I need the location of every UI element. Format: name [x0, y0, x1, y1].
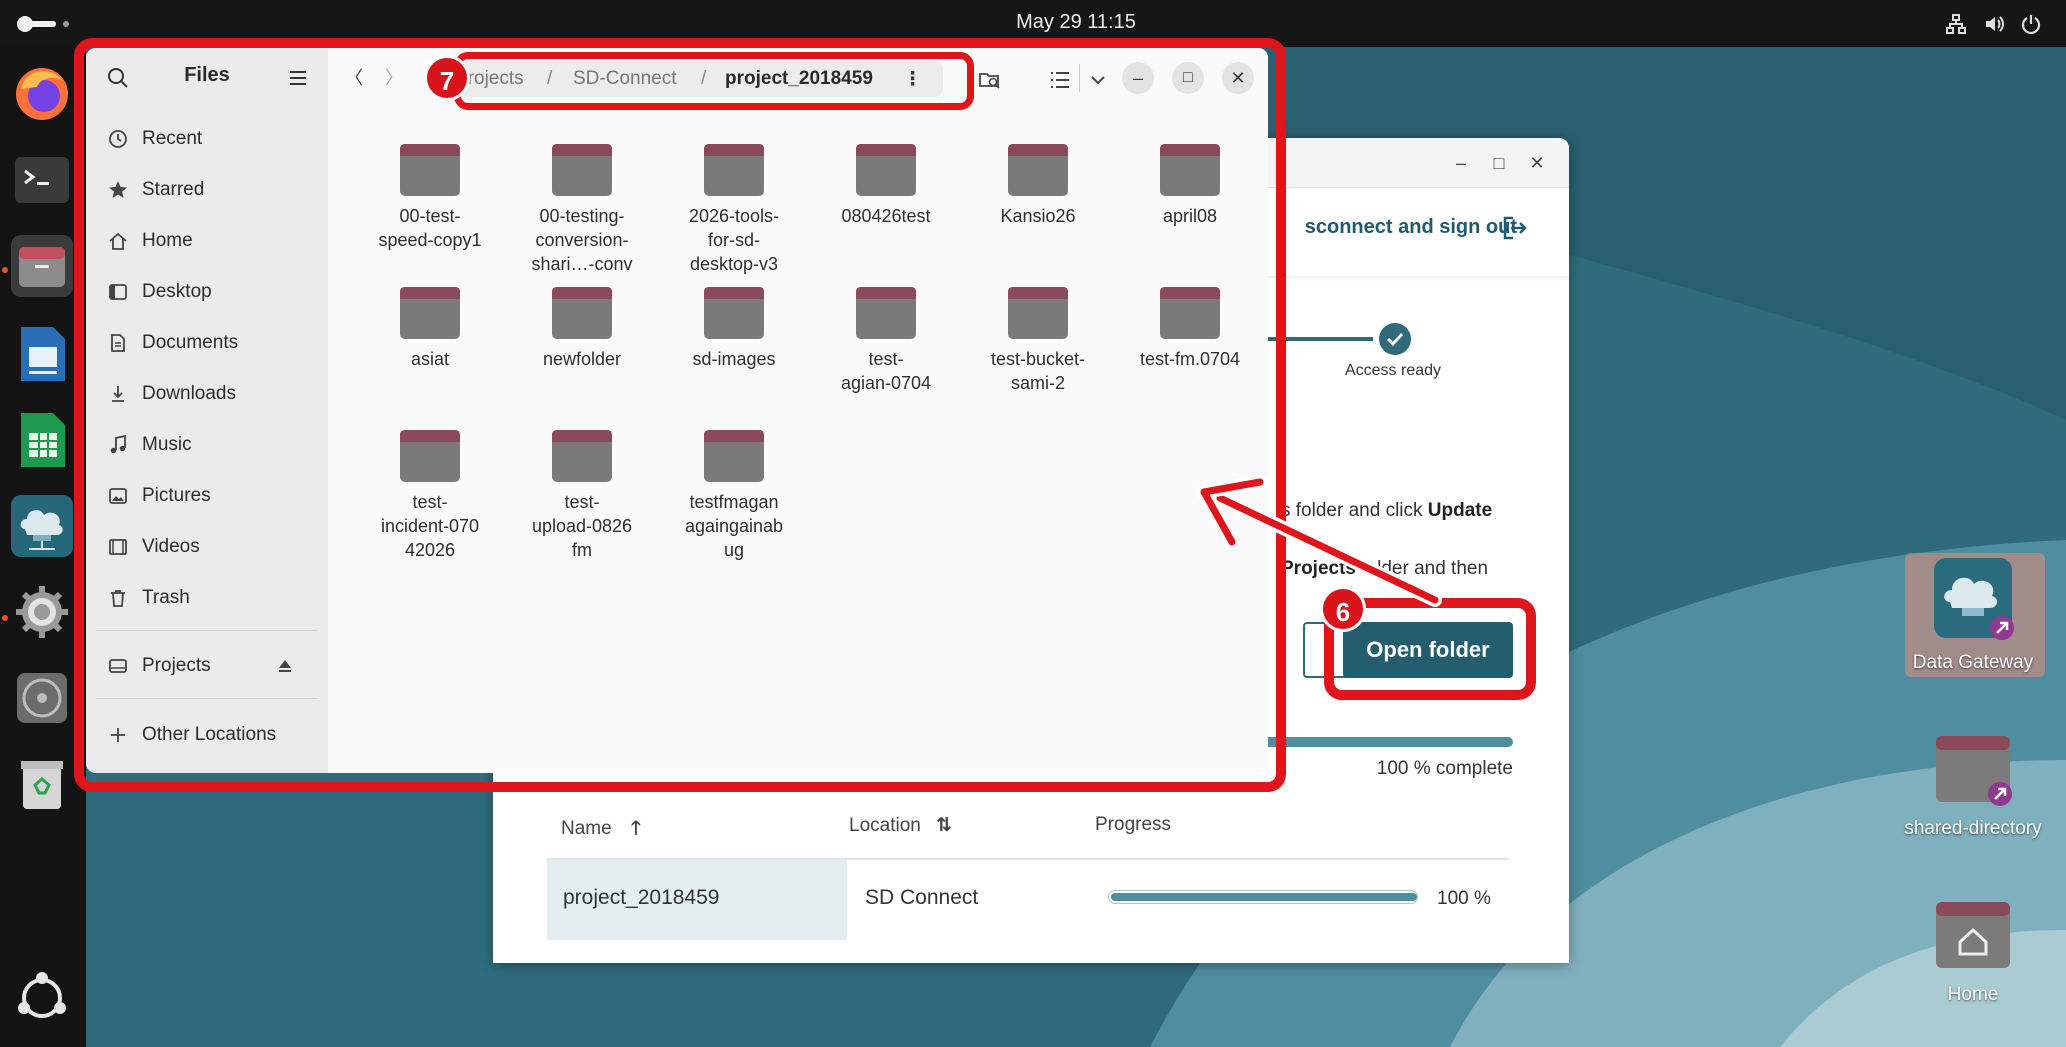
row-name: project_2018459 [563, 886, 720, 909]
desktop-icon-shared-directory[interactable]: shared-directory [1898, 728, 2048, 840]
calc-icon[interactable] [11, 409, 73, 471]
desktop-icon-label: Home [1947, 984, 1999, 1005]
desktop-icon-label: Data Gateway [1912, 652, 2034, 673]
annotation-badge-7: 7 [424, 55, 470, 101]
sort-icon: ⇅ [936, 815, 953, 836]
home-folder-icon [1936, 902, 2010, 968]
desktop-icon-data-gateway[interactable]: Data Gateway [1898, 556, 2048, 674]
column-header-name[interactable]: Name 🡑 [561, 814, 641, 846]
volume-icon[interactable] [1983, 13, 2005, 35]
terminal-icon[interactable] [11, 149, 73, 211]
writer-icon[interactable] [11, 323, 73, 385]
step-label: Access ready [1344, 362, 1442, 379]
minimize-button[interactable]: – [1447, 149, 1475, 177]
desktop-icon-label: shared-directory [1904, 818, 2042, 839]
trash-icon[interactable] [11, 753, 73, 815]
network-icon[interactable] [1945, 13, 1967, 35]
show-apps-icon[interactable] [11, 967, 73, 1029]
row-location: SD Connect [865, 886, 979, 909]
clock[interactable]: May 29 11:15 [0, 11, 2066, 34]
settings-icon[interactable] [11, 581, 73, 643]
folder-icon [1936, 736, 2012, 806]
files-icon[interactable] [11, 235, 73, 297]
row-progress-fill [1111, 893, 1417, 901]
close-button[interactable]: ✕ [1523, 149, 1551, 177]
firefox-icon[interactable] [11, 61, 73, 123]
step-complete-icon [1379, 323, 1411, 355]
running-indicator [2, 615, 8, 621]
column-header-location[interactable]: Location ⇅ [849, 814, 952, 837]
row-progress-label: 100 % [1437, 888, 1491, 909]
annotation-path-bar-box [454, 52, 974, 110]
column-header-progress: Progress [1095, 814, 1172, 835]
sort-ascending-icon: 🡑 [630, 818, 641, 839]
disconnect-signout-link[interactable]: sconnect and sign out [1305, 216, 1517, 239]
power-icon[interactable] [2020, 13, 2042, 35]
annotation-arrow [1197, 475, 1442, 607]
annotation-files-window-box [74, 38, 1286, 792]
desktop-icon-home[interactable]: Home [1898, 894, 2048, 1006]
data-gateway-icon [1934, 558, 2014, 640]
progress-complete-label: 100 % complete [1376, 758, 1513, 779]
disc-icon[interactable] [11, 667, 73, 729]
data-gateway-icon[interactable] [11, 495, 73, 557]
table-row[interactable]: project_2018459 SD Connect 100 % [547, 858, 1509, 940]
maximize-button[interactable]: □ [1485, 149, 1513, 177]
sign-out-icon [1503, 216, 1527, 240]
running-indicator [2, 267, 8, 273]
row-progress-bar [1108, 890, 1418, 904]
